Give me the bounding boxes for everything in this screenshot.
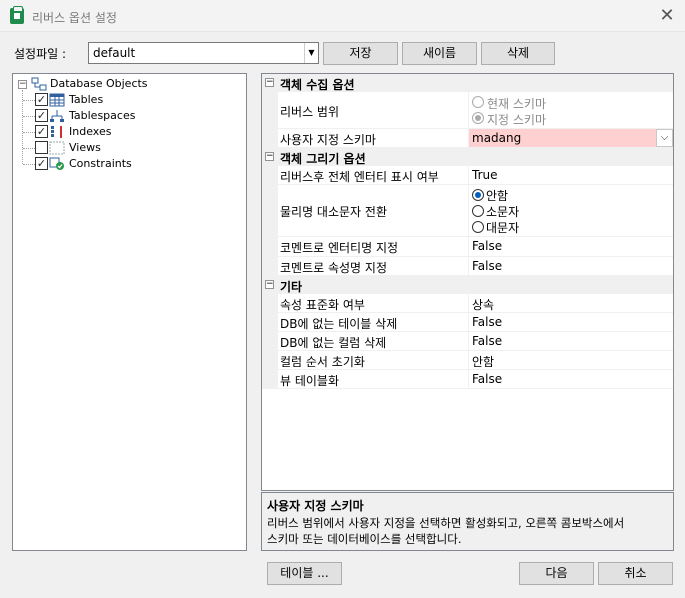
property-name: 코멘트로 속성명 지정 [280,261,387,275]
property-value[interactable]: 안함 [472,353,494,370]
property-value[interactable]: False [472,334,502,348]
delete-button[interactable]: 삭제 [481,42,555,65]
property-name: 속성 표준화 여부 [280,298,365,312]
property-name: 사용자 지정 스키마 [280,133,376,147]
property-row-delete-columns[interactable]: DB에 없는 컬럼 삭제 False [262,332,673,351]
scope-custom-radio[interactable] [472,112,484,124]
tree-item-constraints[interactable]: Constraints [69,156,132,172]
property-row-column-order[interactable]: 컬럼 순서 초기화 안함 [262,351,673,370]
property-value[interactable]: True [472,168,498,182]
category-title: 기타 [280,280,303,294]
collapse-icon[interactable]: − [265,152,274,161]
case-none-label: 안함 [486,189,509,203]
property-grid[interactable]: − 객체 수집 옵션 리버스 범위 현재 스키마 지정 스키마 사용자 지정 스… [261,73,674,491]
indexes-checkbox[interactable]: ✓ [35,125,48,138]
description-text: 리버스 범위에서 사용자 지정을 선택하면 활성화되고, 오른쪽 콤보박스에서 … [267,515,669,547]
scope-custom-label: 지정 스키마 [487,113,547,127]
object-tree[interactable]: − Database Objects ✓ Tables ✓ Tablespace… [12,73,247,551]
property-row-show-all[interactable]: 리버스후 전체 엔터티 표시 여부 True [262,166,673,185]
property-value[interactable]: 상속 [472,296,494,313]
chevron-down-icon[interactable]: ⌵ [656,129,673,147]
property-row-view-as-table[interactable]: 뷰 테이블화 False [262,370,673,389]
view-icon [49,141,65,155]
schema-value[interactable]: madang [472,131,521,145]
property-name: 뷰 테이블화 [280,374,340,388]
property-name: 물리명 대소문자 전환 [280,205,387,219]
property-value[interactable]: False [472,315,502,329]
tree-item-tablespaces[interactable]: Tablespaces [69,108,135,124]
table-icon [49,93,65,107]
case-none-radio[interactable] [472,189,484,201]
title-bar: 리버스 옵션 설정 ✕ [0,0,685,32]
chevron-down-icon[interactable]: ▼ [304,43,318,63]
category-draw-options[interactable]: − 객체 그리기 옵션 [262,148,673,166]
app-icon [10,6,24,24]
description-panel: 사용자 지정 스키마 리버스 범위에서 사용자 지정을 선택하면 활성화되고, … [261,492,674,551]
views-checkbox[interactable] [35,141,48,154]
property-name: 컬럼 순서 초기화 [280,355,365,369]
description-title: 사용자 지정 스키마 [267,499,364,513]
collapse-icon[interactable]: − [18,80,27,89]
cancel-button[interactable]: 취소 [598,562,673,585]
property-name: 리버스후 전체 엔터티 표시 여부 [280,170,439,184]
collapse-icon[interactable]: − [265,280,274,289]
tablespaces-checkbox[interactable]: ✓ [35,109,48,122]
property-value[interactable]: False [472,239,502,253]
property-value[interactable]: False [472,259,502,273]
settings-file-label: 설정파일 : [14,47,67,61]
tablespace-icon [50,110,64,122]
case-lower-label: 소문자 [486,205,520,219]
tree-root-label[interactable]: Database Objects [50,76,148,92]
description-line-1: 리버스 범위에서 사용자 지정을 선택하면 활성화되고, 오른쪽 콤보박스에서 [267,516,625,530]
description-line-2: 스키마 또는 데이터베이스를 선택합니다. [267,532,462,546]
table-button[interactable]: 테이블 ... [267,562,342,585]
property-row-custom-schema[interactable]: 사용자 지정 스키마 madang ⌵ [262,129,673,148]
property-name: 리버스 범위 [280,105,340,119]
category-title: 객체 수집 옵션 [280,78,355,92]
tree-item-views[interactable]: Views [69,140,101,156]
category-etc[interactable]: − 기타 [262,276,673,294]
scope-current-radio[interactable] [472,96,484,108]
property-name: DB에 없는 컬럼 삭제 [280,336,387,350]
tables-checkbox[interactable]: ✓ [35,93,48,106]
next-button[interactable]: 다음 [519,562,594,585]
scope-current-label: 현재 스키마 [487,97,547,111]
property-row-case-conversion[interactable]: 물리명 대소문자 전환 안함 소문자 대문자 [262,185,673,237]
category-title: 객체 그리기 옵션 [280,152,366,166]
database-objects-icon [31,77,47,91]
close-icon[interactable]: ✕ [657,6,677,26]
collapse-icon[interactable]: − [265,78,274,87]
property-row-attr-standardize[interactable]: 속성 표준화 여부 상속 [262,294,673,313]
tree-item-tables[interactable]: Tables [69,92,103,108]
save-button[interactable]: 저장 [323,42,398,65]
property-row-delete-tables[interactable]: DB에 없는 테이블 삭제 False [262,313,673,332]
category-collect-options[interactable]: − 객체 수집 옵션 [262,74,673,92]
window-title: 리버스 옵션 설정 [32,11,117,25]
settings-file-value: default [93,46,136,60]
index-icon [51,126,62,138]
constraints-checkbox[interactable]: ✓ [35,157,48,170]
case-upper-radio[interactable] [472,221,484,233]
constraint-icon [49,157,64,170]
settings-file-combo[interactable]: default ▼ [88,42,319,64]
property-row-entity-comment[interactable]: 코멘트로 엔터티명 지정 False [262,237,673,257]
new-name-button[interactable]: 새이름 [402,42,477,65]
property-value[interactable]: False [472,372,502,386]
property-name: DB에 없는 테이블 삭제 [280,317,398,331]
tree-item-indexes[interactable]: Indexes [69,124,111,140]
property-name: 코멘트로 엔터티명 지정 [280,241,399,255]
case-lower-radio[interactable] [472,205,484,217]
property-row-attr-comment[interactable]: 코멘트로 속성명 지정 False [262,257,673,276]
property-row-reverse-scope[interactable]: 리버스 범위 현재 스키마 지정 스키마 [262,92,673,129]
case-upper-label: 대문자 [486,221,520,235]
